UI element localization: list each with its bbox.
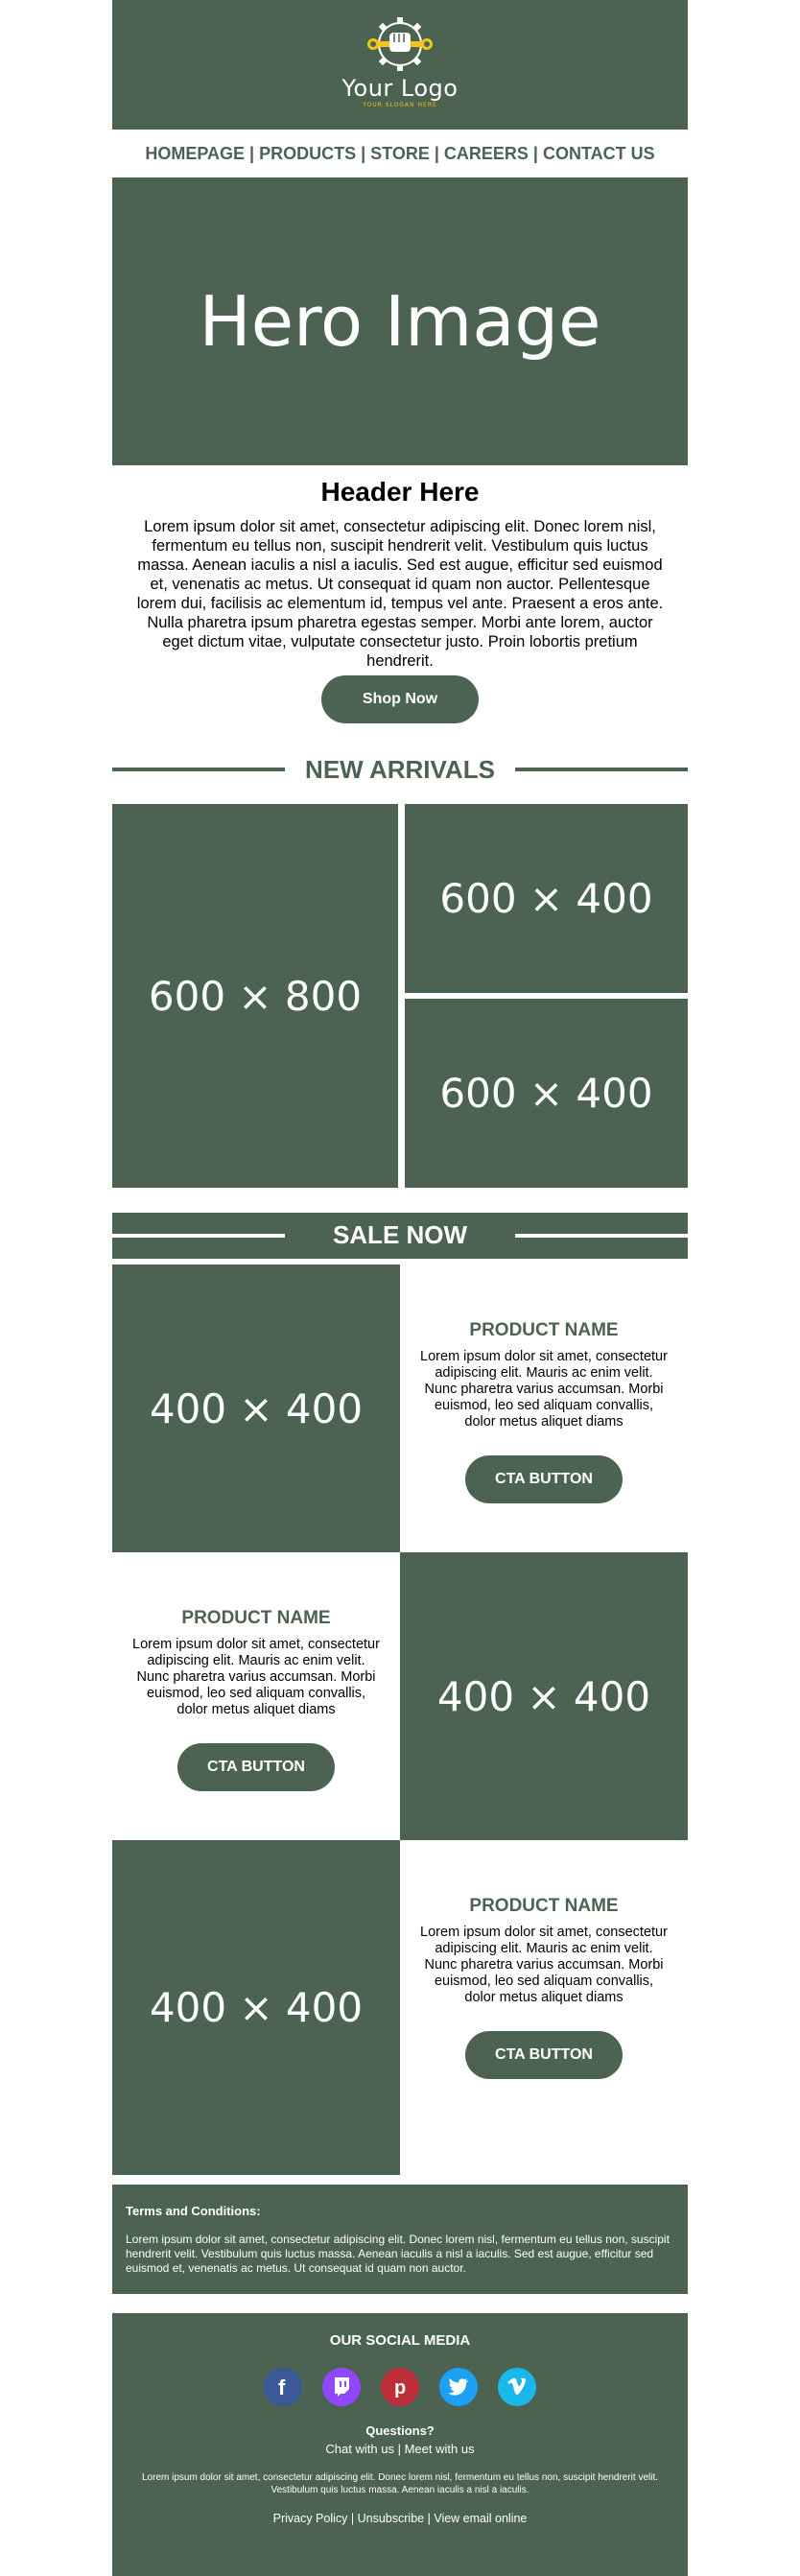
svg-text:p: p: [394, 2377, 406, 2399]
sale-now-banner: SALE NOW: [112, 1213, 688, 1259]
product-name: PRODUCT NAME: [469, 1320, 619, 1340]
nav-separator: |: [361, 143, 366, 163]
logo-header: Your Logo YOUR SLOGAN HERE: [112, 0, 688, 130]
product-image[interactable]: 400 × 400: [400, 1552, 688, 1840]
image-placeholder-label: 600 × 800: [148, 972, 363, 1020]
product-name: PRODUCT NAME: [469, 1896, 619, 1916]
terms-title: Terms and Conditions:: [126, 2204, 261, 2218]
arrival-image-top[interactable]: 600 × 400: [405, 804, 688, 993]
pinterest-icon[interactable]: p: [381, 2368, 419, 2406]
divider-line: [515, 768, 688, 771]
nav-link-homepage[interactable]: HOMEPAGE: [145, 144, 245, 164]
link-separator: |: [427, 2512, 431, 2525]
product-image[interactable]: 400 × 400: [112, 1264, 400, 1552]
meet-link[interactable]: Meet with us: [405, 2442, 475, 2456]
sale-products: 400 × 400 PRODUCT NAME Lorem ipsum dolor…: [112, 1264, 688, 2175]
nav-link-store[interactable]: STORE: [370, 144, 430, 164]
vimeo-icon[interactable]: [498, 2368, 536, 2406]
shop-now-button[interactable]: Shop Now: [321, 675, 479, 723]
product-description: Lorem ipsum dolor sit amet, consectetur …: [420, 1349, 668, 1430]
nav-separator: |: [532, 143, 538, 163]
top-navigation: HOMEPAGE | PRODUCTS | STORE | CAREERS | …: [112, 130, 688, 177]
nav-link-careers[interactable]: CAREERS: [444, 144, 529, 164]
divider-line: [515, 1234, 688, 1238]
image-placeholder-label: 400 × 400: [436, 1672, 651, 1720]
product-row: 400 × 400 PRODUCT NAME Lorem ipsum dolor…: [112, 1840, 688, 2175]
gear-wrench-fist-icon: [367, 17, 433, 71]
product-description: Lorem ipsum dolor sit amet, consectetur …: [420, 1925, 668, 2005]
nav-link-products[interactable]: PRODUCTS: [259, 144, 356, 164]
nav-separator: |: [434, 143, 439, 163]
product-row: 400 × 400 PRODUCT NAME Lorem ipsum dolor…: [112, 1264, 688, 1552]
image-placeholder-label: 400 × 400: [149, 1984, 364, 2031]
link-separator: |: [397, 2442, 401, 2456]
footer: OUR SOCIAL MEDIA f p Questions? Chat wit…: [112, 2313, 688, 2576]
new-arrivals-heading: NEW ARRIVALS: [112, 750, 688, 789]
nav-link-contact-us[interactable]: CONTACT US: [543, 144, 655, 164]
intro-heading: Header Here: [320, 477, 480, 507]
arrival-image-bottom[interactable]: 600 × 400: [405, 999, 688, 1188]
new-arrivals-grid: 600 × 800 600 × 400 600 × 400: [112, 804, 688, 1188]
arrival-image-large[interactable]: 600 × 800: [112, 804, 398, 1188]
product-row: PRODUCT NAME Lorem ipsum dolor sit amet,…: [112, 1552, 688, 1840]
intro-body-text: Lorem ipsum dolor sit amet, consectetur …: [136, 518, 664, 670]
product-info: PRODUCT NAME Lorem ipsum dolor sit amet,…: [400, 1264, 688, 1552]
hero-image: Hero Image: [112, 177, 688, 465]
privacy-policy-link[interactable]: Privacy Policy: [273, 2512, 348, 2525]
image-placeholder-label: 400 × 400: [149, 1384, 364, 1432]
facebook-icon[interactable]: f: [264, 2368, 302, 2406]
unsubscribe-link[interactable]: Unsubscribe: [358, 2512, 424, 2525]
image-placeholder-label: 600 × 400: [439, 1070, 653, 1117]
logo-name: Your Logo: [341, 75, 459, 102]
chat-link[interactable]: Chat with us: [325, 2442, 394, 2456]
footer-text: Lorem ipsum dolor sit amet, consectetur …: [141, 2472, 659, 2495]
cta-button[interactable]: CTA BUTTON: [465, 1455, 623, 1503]
terms-body: Lorem ipsum dolor sit amet, consectetur …: [126, 2233, 670, 2275]
nav-separator: |: [249, 143, 255, 163]
social-media-title: OUR SOCIAL MEDIA: [329, 2332, 471, 2349]
product-name: PRODUCT NAME: [181, 1608, 331, 1628]
link-separator: |: [350, 2512, 355, 2525]
product-info: PRODUCT NAME Lorem ipsum dolor sit amet,…: [400, 1840, 688, 2128]
image-placeholder-label: 600 × 400: [439, 875, 653, 922]
product-info: PRODUCT NAME Lorem ipsum dolor sit amet,…: [112, 1552, 400, 1840]
hero-image-label: Hero Image: [199, 281, 601, 362]
questions-label: Questions?: [365, 2423, 435, 2438]
product-description: Lorem ipsum dolor sit amet, consectetur …: [132, 1637, 380, 1717]
view-online-link[interactable]: View email online: [434, 2512, 527, 2525]
email-container: Your Logo YOUR SLOGAN HERE HOMEPAGE | PR…: [112, 0, 688, 2576]
cta-button[interactable]: CTA BUTTON: [465, 2031, 623, 2079]
twitter-icon[interactable]: [439, 2368, 478, 2406]
product-image[interactable]: 400 × 400: [112, 1840, 400, 2175]
twitch-icon[interactable]: [322, 2368, 361, 2406]
svg-text:f: f: [278, 2375, 286, 2399]
terms-and-conditions: Terms and Conditions: Lorem ipsum dolor …: [112, 2185, 688, 2294]
footer-links: Privacy Policy | Unsubscribe | View emai…: [112, 2512, 688, 2525]
social-icons: f p: [112, 2368, 688, 2406]
contact-links: Chat with us | Meet with us: [112, 2442, 688, 2456]
logo-slogan: YOUR SLOGAN HERE: [363, 102, 437, 108]
cta-button[interactable]: CTA BUTTON: [177, 1743, 335, 1791]
